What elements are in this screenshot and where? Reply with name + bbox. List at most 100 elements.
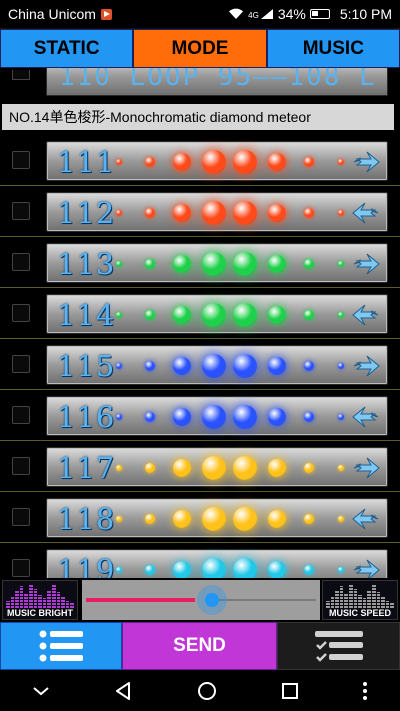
equalizer-icon — [326, 584, 394, 608]
list-item[interactable]: 112 — [0, 187, 400, 238]
color-dot — [338, 363, 344, 369]
mode-number: 115 — [57, 349, 116, 383]
equalizer-bar — [335, 591, 339, 608]
mode-list[interactable]: 110 LOOP 95——108 L NO.14单色梭形-Monochromat… — [0, 68, 400, 578]
arrow-left-icon — [352, 202, 379, 224]
mode-panel[interactable]: 116 — [46, 396, 388, 436]
tab-static[interactable]: STATIC — [0, 29, 134, 68]
mode-panel[interactable]: 119 — [46, 549, 388, 578]
list-item[interactable]: 111 — [0, 136, 400, 187]
mode-panel[interactable]: 117 — [46, 447, 388, 487]
slider-thumb[interactable] — [197, 585, 227, 615]
equalizer-bar — [362, 598, 367, 608]
mode-checkbox[interactable] — [12, 457, 30, 475]
color-dot — [202, 150, 226, 174]
equalizer-bar — [376, 592, 381, 608]
mode-checkbox[interactable] — [12, 304, 30, 322]
more-icon[interactable] — [361, 680, 369, 702]
color-dot — [145, 361, 155, 371]
color-dot — [338, 516, 344, 522]
send-button[interactable]: SEND — [122, 622, 277, 670]
equalizer-bar — [28, 584, 33, 608]
color-dot — [304, 514, 314, 524]
color-dot — [173, 561, 191, 578]
mode-panel[interactable]: 114 — [46, 294, 388, 334]
color-dot — [202, 201, 226, 225]
color-dot — [338, 261, 344, 267]
system-nav-bar — [0, 670, 400, 711]
color-dot — [145, 463, 155, 473]
equalizer-bar — [326, 600, 330, 608]
mode-checkbox[interactable] — [12, 559, 30, 577]
list-item[interactable]: 114 — [0, 289, 400, 340]
battery-icon — [309, 9, 330, 19]
equalizer-bar — [348, 584, 353, 608]
equalizer-bar — [330, 596, 335, 608]
tab-mode[interactable]: MODE — [133, 29, 267, 68]
mode-panel[interactable]: 111 — [46, 141, 388, 181]
music-control-bar: MUSIC BRIGHT MUSIC SPEED — [0, 578, 400, 622]
list-item[interactable]: 115 — [0, 340, 400, 391]
color-dot — [173, 408, 191, 426]
mode-panel[interactable]: 118 — [46, 498, 388, 538]
mode-panel[interactable]: 113 — [46, 243, 388, 283]
color-dot — [304, 361, 314, 371]
home-icon[interactable] — [196, 680, 218, 702]
music-slider[interactable] — [82, 580, 320, 620]
mode-checkbox[interactable] — [12, 508, 30, 526]
mode-checkbox[interactable] — [12, 70, 30, 80]
color-dot — [304, 565, 314, 575]
carrier-badge-icon — [100, 8, 112, 20]
equalizer-bar — [371, 585, 376, 608]
color-dot — [173, 153, 191, 171]
mode-checkbox[interactable] — [12, 355, 30, 373]
color-dot — [173, 204, 191, 222]
color-dot — [202, 405, 226, 429]
color-dot — [116, 312, 122, 318]
list-item[interactable]: 116 — [0, 391, 400, 442]
color-dot — [304, 310, 314, 320]
list-item[interactable]: 117 — [0, 442, 400, 493]
tab-music[interactable]: MUSIC — [266, 29, 400, 68]
color-dot — [233, 405, 257, 429]
color-dot — [145, 565, 155, 575]
equalizer-bar — [367, 590, 371, 608]
mode-checkbox[interactable] — [12, 253, 30, 271]
color-dot — [233, 354, 257, 378]
arrow-left-icon — [352, 406, 379, 428]
arrow-left-icon — [352, 304, 379, 326]
mode-checkbox[interactable] — [12, 202, 30, 220]
equalizer-bar — [381, 597, 385, 608]
color-dot — [202, 303, 226, 327]
chevron-down-icon[interactable] — [31, 684, 51, 698]
recents-icon[interactable] — [280, 681, 300, 701]
mode-description: NO.14单色梭形-Monochromatic diamond meteor — [2, 104, 394, 130]
equalizer-bar — [61, 597, 65, 608]
signal-icon — [260, 9, 273, 19]
carrier-name: China Unicom — [8, 6, 96, 22]
checklist-button[interactable] — [277, 622, 400, 670]
mode-checkbox[interactable] — [12, 151, 30, 169]
equalizer-bar — [47, 590, 51, 608]
music-bright-button[interactable]: MUSIC BRIGHT — [2, 580, 78, 620]
clock: 5:10 PM — [339, 6, 392, 22]
mode-panel[interactable]: 110 LOOP 95——108 L — [46, 68, 388, 96]
back-icon[interactable] — [112, 680, 134, 702]
list-item[interactable]: 119 — [0, 544, 400, 578]
equalizer-bar — [42, 598, 47, 608]
mode-panel[interactable]: 115 — [46, 345, 388, 385]
row-divider — [0, 338, 400, 339]
list-item[interactable]: 113 — [0, 238, 400, 289]
mode-panel[interactable]: 112 — [46, 192, 388, 232]
status-left: China Unicom — [8, 6, 112, 22]
color-dot — [233, 201, 257, 225]
arrow-right-icon — [353, 457, 380, 479]
color-dot — [145, 412, 155, 422]
list-button[interactable] — [0, 622, 122, 670]
status-right: 4G 34% 5:10 PM — [228, 6, 392, 22]
mode-checkbox[interactable] — [12, 406, 30, 424]
music-speed-button[interactable]: MUSIC SPEED — [322, 580, 398, 620]
color-dot — [116, 516, 122, 522]
list-item[interactable]: 118 — [0, 493, 400, 544]
list-item-partial[interactable]: 110 LOOP 95——108 L — [0, 68, 400, 100]
